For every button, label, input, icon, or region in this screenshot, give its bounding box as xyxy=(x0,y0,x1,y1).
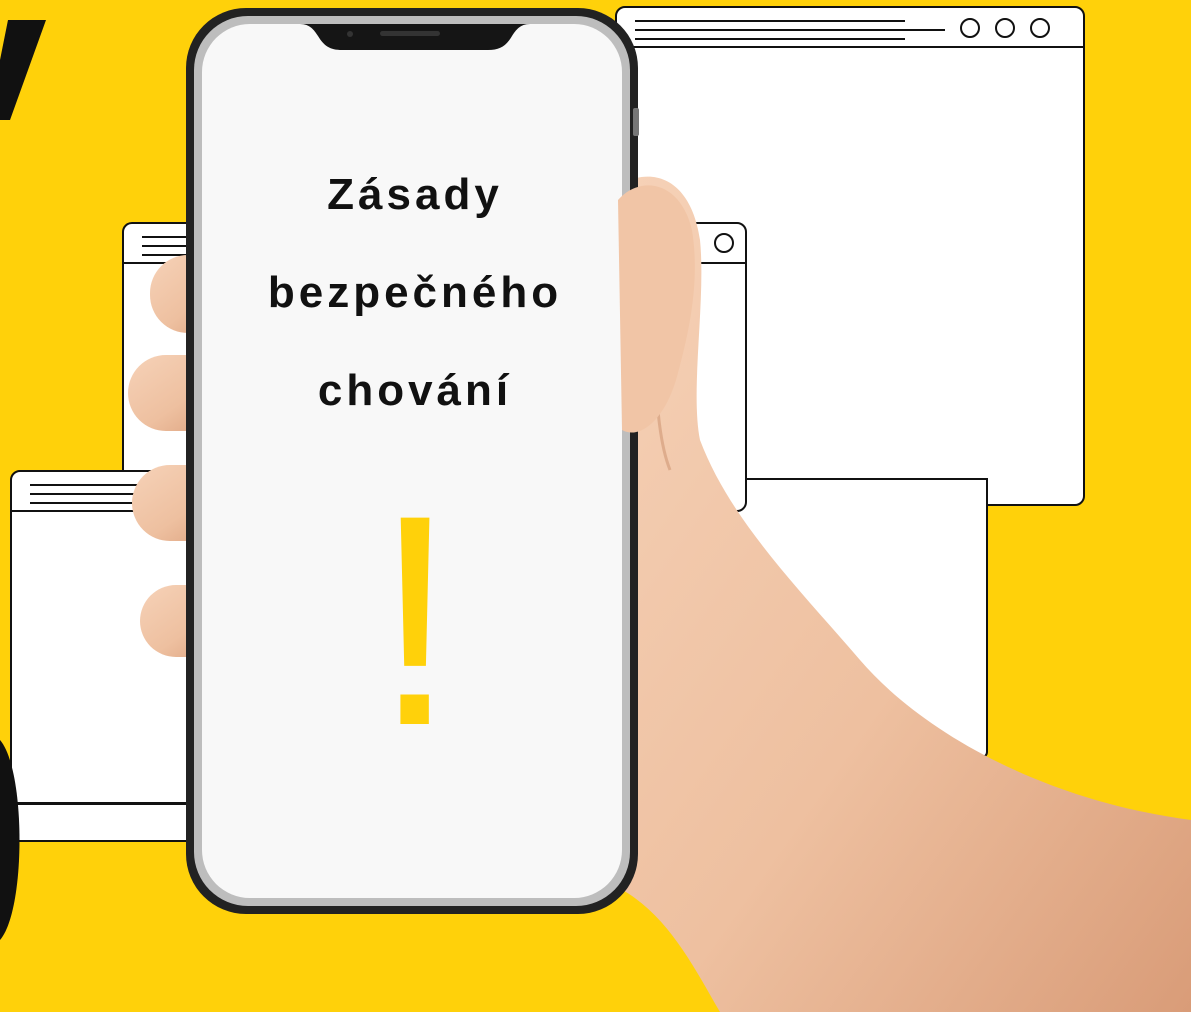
scene: Zásady bezpečného chování ! xyxy=(0,0,1191,1012)
thumb-icon xyxy=(618,185,695,433)
